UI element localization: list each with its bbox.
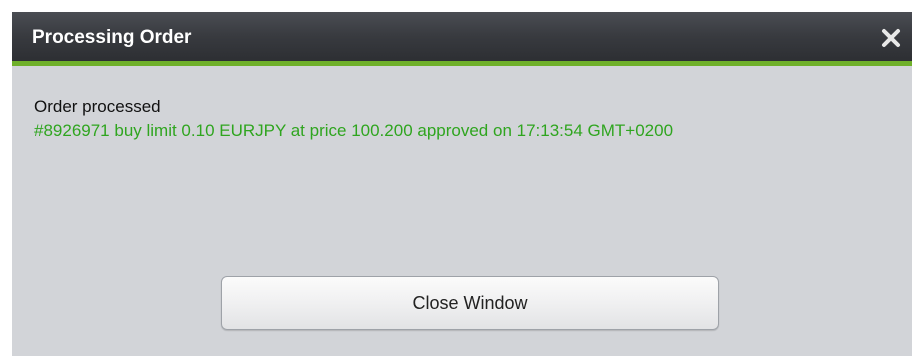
dialog-body: Order processed #8926971 buy limit 0.10 …: [34, 96, 894, 144]
close-window-button[interactable]: Close Window: [221, 276, 719, 330]
order-status-heading: Order processed: [34, 97, 161, 116]
close-icon[interactable]: [876, 20, 906, 56]
dialog-title: Processing Order: [32, 27, 192, 48]
order-confirmation-message: #8926971 buy limit 0.10 EURJPY at price …: [34, 121, 674, 140]
dialog-titlebar: Processing Order: [12, 12, 912, 66]
processing-order-dialog: Processing Order Order processed #892697…: [12, 12, 912, 356]
